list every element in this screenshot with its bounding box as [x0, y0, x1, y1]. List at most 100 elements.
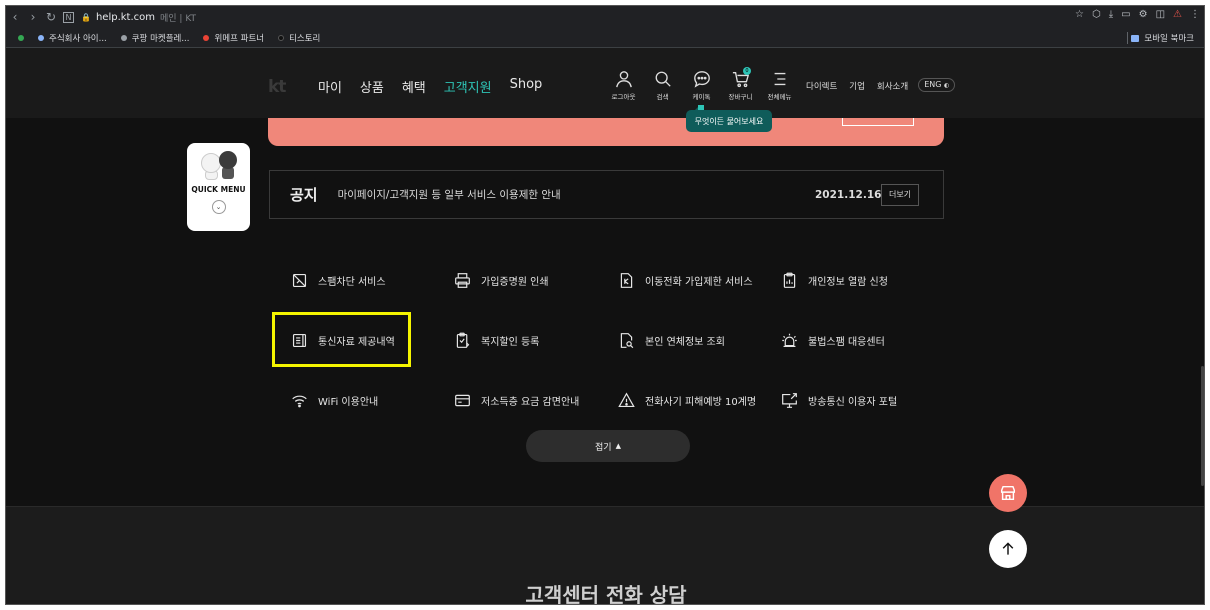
service-label: 전화사기 피해예방 10계명 — [645, 397, 757, 408]
collapse-label: 접기 — [595, 442, 612, 453]
card-icon — [455, 394, 470, 407]
promo-banner[interactable] — [268, 118, 944, 146]
highlight-box — [272, 312, 411, 367]
link-direct[interactable]: 다이렉트 — [806, 80, 837, 92]
service-broadcast-portal[interactable]: 방송통신 이용자 포털 — [781, 392, 897, 409]
ktalk-button[interactable]: 케이톡 — [682, 70, 721, 101]
header-links: 다이렉트 기업 회사소개 ENG ◐ — [806, 78, 956, 92]
phone-restrict-icon — [620, 273, 633, 288]
service-label: 가입증명원 인쇄 — [481, 277, 549, 288]
banner-button[interactable] — [842, 118, 914, 126]
notice-link[interactable]: 마이페이지/고객지원 등 일부 서비스 이용제한 안내 — [338, 187, 561, 202]
link-company[interactable]: 회사소개 — [877, 80, 908, 92]
lock-icon: 🔒 — [81, 12, 91, 22]
nav-item-products[interactable]: 상품 — [360, 77, 384, 96]
globe-icon: ◐ — [944, 82, 950, 89]
bookmark-separator — [1127, 32, 1128, 44]
service-label: 불법스팸 대응센터 — [808, 337, 885, 348]
all-menu-button[interactable]: 전체메뉴 — [760, 70, 799, 101]
nav-item-shop[interactable]: Shop — [510, 77, 543, 96]
service-wifi-guide[interactable]: WiFi 이용안내 — [291, 392, 378, 409]
bookmark-label: 쿠팡 마켓플레... — [131, 33, 190, 44]
service-spam-block[interactable]: 스팸차단 서비스 — [291, 272, 386, 289]
service-low-income-discount[interactable]: 저소득층 요금 감면안내 — [454, 392, 579, 409]
menu-icon — [774, 72, 785, 86]
address-bar[interactable]: 🔒 help.kt.com 메인 | KT — [81, 11, 196, 24]
sidebar-icon[interactable]: ◫ — [1156, 9, 1165, 20]
media-icon[interactable]: ▭ — [1121, 9, 1130, 20]
download-icon[interactable]: ⤓ — [1109, 9, 1113, 20]
forward-icon[interactable]: › — [24, 10, 42, 24]
browser-toolbar: ‹ › ↻ N 🔒 help.kt.com 메인 | KT ☆ ⬡ ⤓ ▭ ⚙ … — [6, 6, 1204, 28]
nav-item-my[interactable]: 마이 — [318, 77, 342, 96]
store-button[interactable] — [989, 474, 1027, 512]
naver-icon[interactable]: N — [63, 11, 74, 23]
section-title: 고객센터 전화 상담 — [525, 583, 687, 605]
service-label: 저소득층 요금 감면안내 — [481, 397, 580, 408]
mobile-bookmarks-label: 모바일 북마크 — [1144, 34, 1194, 44]
service-label: 개인정보 열람 신청 — [808, 277, 888, 288]
browser-actions: ☆ ⬡ ⤓ ▭ ⚙ ◫ ⚠ ⋮ — [1075, 9, 1200, 20]
service-fraud-prevention[interactable]: 전화사기 피해예방 10계명 — [618, 392, 756, 409]
language-toggle[interactable]: ENG ◐ — [918, 78, 956, 92]
star-icon[interactable]: ☆ — [1075, 9, 1084, 20]
mobile-bookmarks[interactable]: 모바일 북마크 — [1131, 32, 1194, 44]
service-phone-restriction[interactable]: 이동전화 가입제한 서비스 — [618, 272, 753, 289]
kt-logo[interactable]: kt — [268, 77, 286, 97]
service-label: 본인 연체정보 조회 — [645, 337, 725, 348]
bookmark-label: 주식회사 아이... — [49, 33, 107, 44]
character-illustration — [197, 149, 241, 181]
site-header: kt 마이 상품 혜택 고객지원 Shop 로그아웃 검색 케이톡 0 장바구니… — [6, 48, 1204, 118]
extension-icon[interactable]: ⬡ — [1092, 9, 1101, 20]
scroll-top-button[interactable] — [989, 530, 1027, 568]
siren-icon — [782, 333, 797, 348]
service-label: 스팸차단 서비스 — [318, 277, 386, 288]
chat-tooltip[interactable]: 무엇이든 물어보세요 — [686, 106, 772, 132]
cart-count-badge: 0 — [743, 67, 751, 75]
reload-icon[interactable]: ↻ — [42, 10, 60, 24]
search-icon — [655, 71, 671, 87]
util-label: 검색 — [656, 93, 669, 101]
bookmark-item[interactable]: 위메프 파트너 — [203, 32, 264, 44]
notice-more-button[interactable]: 더보기 — [881, 183, 919, 206]
alert-icon[interactable]: ⚠ — [1173, 9, 1182, 20]
utility-menu: 로그아웃 검색 케이톡 0 장바구니 전체메뉴 — [604, 67, 799, 101]
warning-icon — [618, 392, 635, 408]
collapse-button[interactable]: 접기 ▲ — [526, 430, 690, 462]
chat-icon — [693, 71, 710, 88]
service-label: 복지할인 등록 — [481, 337, 540, 348]
search-button[interactable]: 검색 — [643, 70, 682, 101]
bookmark-label: 위메프 파트너 — [214, 33, 265, 44]
cart-button[interactable]: 0 장바구니 — [721, 67, 760, 101]
url-text: help.kt.com — [95, 11, 156, 23]
bookmark-item[interactable]: 주식회사 아이... — [38, 32, 107, 44]
nav-item-support[interactable]: 고객지원 — [444, 77, 492, 96]
settings-icon[interactable]: ⚙ — [1139, 9, 1148, 20]
logout-button[interactable]: 로그아웃 — [604, 70, 643, 101]
nav-item-benefits[interactable]: 혜택 — [402, 77, 426, 96]
bookmark-item[interactable]: 티스토리 — [278, 32, 320, 44]
bookmark-favicon-icon — [38, 34, 44, 41]
arrow-up-icon — [1002, 542, 1014, 555]
link-enterprise[interactable]: 기업 — [849, 80, 865, 92]
notice-label: 공지 — [290, 186, 318, 204]
service-overdue-lookup[interactable]: 본인 연체정보 조회 — [618, 332, 725, 349]
page-scrollbar[interactable] — [1201, 366, 1204, 486]
service-spam-center[interactable]: 불법스팸 대응센터 — [781, 332, 885, 349]
quick-menu[interactable]: QUICK MENU ⌄ — [187, 143, 250, 231]
kebab-menu-icon[interactable]: ⋮ — [1190, 9, 1200, 20]
doc-search-icon — [620, 333, 634, 349]
bookmark-favicon-icon — [278, 34, 285, 41]
person-icon — [615, 71, 632, 88]
white-character-head — [200, 153, 221, 173]
back-icon[interactable]: ‹ — [6, 10, 24, 24]
bookmark-favicon-icon — [120, 34, 127, 41]
service-label: 방송통신 이용자 포털 — [808, 397, 898, 408]
chevron-down-icon[interactable]: ⌄ — [211, 200, 226, 214]
service-welfare-discount[interactable]: 복지할인 등록 — [454, 332, 539, 349]
bookmark-dot-icon — [18, 34, 24, 41]
service-privacy-request[interactable]: 개인정보 열람 신청 — [781, 272, 888, 289]
store-icon — [1000, 485, 1016, 501]
bookmark-item[interactable]: 쿠팡 마켓플레... — [120, 32, 190, 44]
service-certificate-print[interactable]: 가입증명원 인쇄 — [454, 272, 549, 289]
